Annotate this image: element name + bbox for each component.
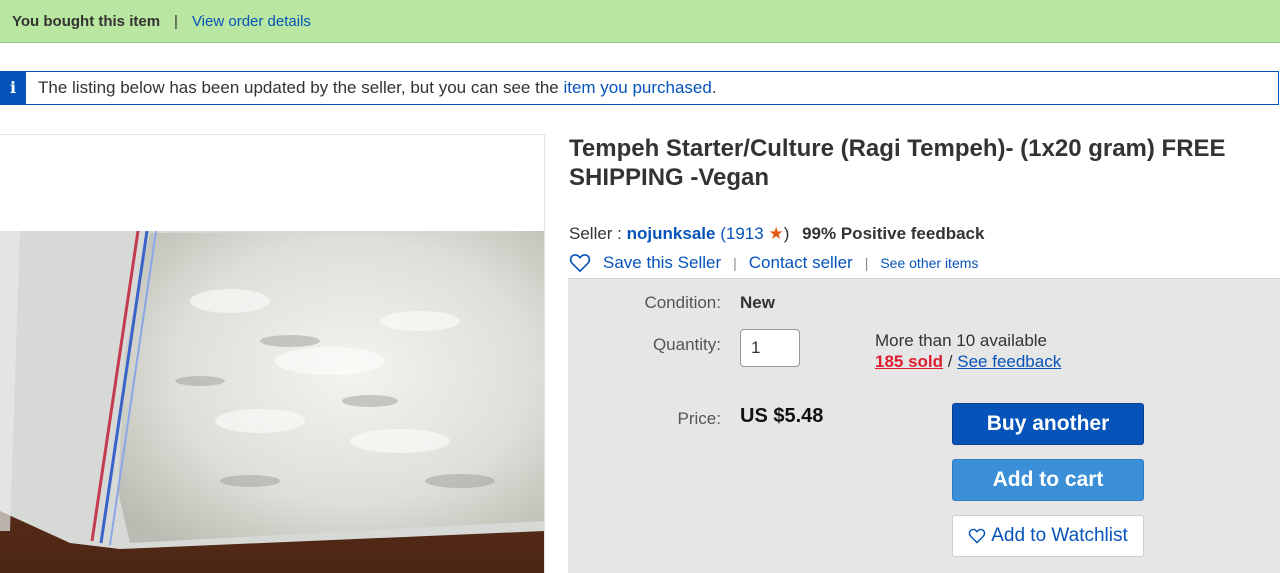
notice-text-end: . [711, 78, 717, 97]
heart-icon [569, 254, 591, 273]
add-to-cart-button[interactable]: Add to cart [952, 459, 1144, 501]
price-value: US $5.48 [740, 405, 824, 427]
condition-value: New [740, 293, 775, 312]
feedback-star-icon: ★ [768, 224, 784, 243]
item-title: Tempeh Starter/Culture (Ragi Tempeh)- (1… [569, 135, 1226, 191]
seller-label: Seller : [569, 224, 622, 243]
info-icon: i [0, 71, 26, 104]
purchase-status: You bought this item [12, 12, 161, 30]
quantity-label: Quantity: [652, 335, 721, 354]
action-separator: | [733, 255, 737, 271]
view-order-details-link[interactable]: View order details [192, 13, 311, 30]
product-photo[interactable] [0, 231, 545, 573]
product-image-panel[interactable] [0, 134, 545, 573]
add-to-watchlist-button[interactable]: Add to Watchlist [952, 515, 1144, 557]
listing-updated-notice: i The listing below has been updated by … [0, 71, 1279, 105]
buy-another-button[interactable]: Buy another [952, 403, 1144, 445]
price-label: Price: [677, 409, 721, 428]
feedback-score-link[interactable]: (1913 [720, 224, 764, 243]
sold-info: 185 sold / See feedback [875, 352, 1061, 372]
sold-count-link[interactable]: 185 sold [875, 352, 943, 371]
sold-separator: / [947, 352, 953, 371]
item-purchased-link[interactable]: item you purchased [563, 78, 711, 97]
buy-box: Condition: New Quantity: More than 10 av… [568, 278, 1280, 573]
save-seller-button[interactable]: Save this Seller [569, 253, 721, 273]
feedback-close: ) [783, 224, 790, 243]
availability-text: More than 10 available [875, 331, 1048, 350]
quantity-input[interactable] [740, 329, 800, 367]
seller-actions: Save this Seller | Contact seller | See … [569, 250, 978, 276]
see-other-items-link[interactable]: See other items [880, 255, 978, 271]
watchlist-heart-icon [968, 528, 986, 544]
notice-message: The listing below has been updated by th… [38, 78, 717, 98]
save-seller-label: Save this Seller [603, 253, 722, 272]
add-to-watchlist-label: Add to Watchlist [991, 525, 1128, 546]
seller-name-link[interactable]: nojunksale [627, 224, 716, 243]
banner-separator: | [174, 12, 178, 30]
notice-text: The listing below has been updated by th… [38, 78, 564, 97]
condition-label: Condition: [644, 293, 721, 312]
seller-info: Seller : nojunksale (1913 ★) 99% Positiv… [569, 224, 984, 244]
contact-seller-link[interactable]: Contact seller [749, 253, 853, 273]
positive-feedback: 99% Positive feedback [802, 224, 985, 243]
action-separator: | [864, 255, 869, 271]
purchase-banner: You bought this item | View order detail… [0, 0, 1280, 43]
see-feedback-link[interactable]: See feedback [957, 352, 1061, 371]
